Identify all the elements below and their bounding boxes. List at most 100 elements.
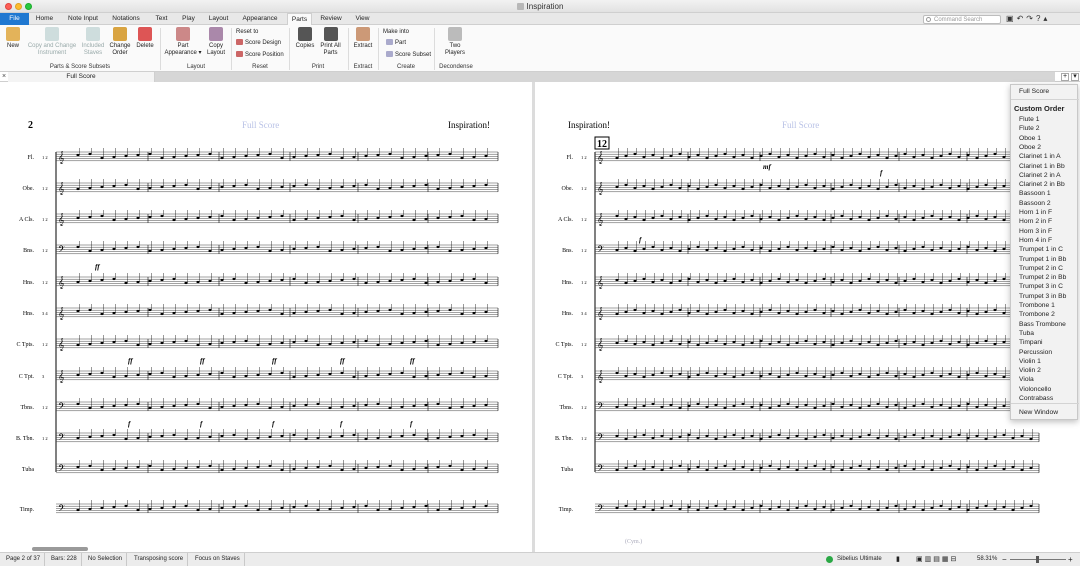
dropdown-item-part[interactable]: Trumpet 2 in C [1019, 264, 1063, 273]
zoom-out-icon[interactable]: − [1002, 553, 1007, 566]
view-mode-icons[interactable]: ▣▥▤▦⊟ [916, 553, 958, 566]
tab-file[interactable]: File [0, 13, 29, 25]
notehead [984, 217, 988, 221]
new-part-button[interactable]: New [5, 27, 21, 50]
dropdown-item-part[interactable]: Viola [1019, 375, 1034, 384]
tab-parts[interactable]: Parts [287, 13, 312, 25]
dropdown-item-part[interactable]: Trumpet 1 in Bb [1019, 255, 1066, 264]
part-appearance-button[interactable]: Part Appearance ▾ [162, 27, 204, 56]
dropdown-item-part[interactable]: Bassoon 1 [1019, 189, 1051, 198]
dropdown-item-part[interactable]: Horn 3 in F [1019, 227, 1052, 236]
dropdown-item-part[interactable]: Clarinet 1 in Bb [1019, 162, 1065, 171]
dropdown-item-new-window[interactable]: New Window [1019, 408, 1058, 417]
two-players-button[interactable]: Two Players [441, 27, 469, 56]
copy-layout-button[interactable]: Copy Layout [205, 27, 227, 56]
dropdown-item-part[interactable]: Flute 2 [1019, 124, 1039, 133]
dropdown-item-part[interactable]: Trombone 2 [1019, 310, 1055, 319]
zoom-slider-thumb[interactable] [1036, 556, 1039, 563]
score-workspace[interactable]: 2 Full Score Inspiration! Fl. 1 2 𝄞 Obe. 1 2 𝄞 A … [0, 82, 1080, 552]
staff-name: Tuba [561, 467, 573, 473]
dropdown-item-part[interactable]: Trumpet 3 in Bb [1019, 292, 1066, 301]
add-part-icon[interactable]: + [1061, 73, 1069, 81]
dropdown-item-part[interactable]: Oboe 2 [1019, 143, 1041, 152]
tab-text[interactable]: Text [151, 13, 172, 25]
status-page[interactable]: Page 2 of 37 [2, 553, 46, 566]
tab-home[interactable]: Home [31, 13, 58, 25]
lock-icon[interactable]: ▮ [896, 553, 900, 566]
make-into-score-subset-button[interactable]: Score Subset [386, 51, 431, 58]
undo-icon[interactable]: ↶ [1017, 14, 1027, 23]
dropdown-item-part[interactable]: Clarinet 2 in Bb [1019, 180, 1065, 189]
tab-review[interactable]: Review [318, 13, 344, 25]
close-icon[interactable]: × [2, 72, 6, 82]
notehead [660, 371, 664, 375]
notehead [876, 245, 880, 249]
horizontal-scrollbar[interactable] [32, 547, 88, 551]
dropdown-item-part[interactable]: Contrabass [1019, 394, 1053, 403]
dropdown-item-part[interactable]: Horn 2 in F [1019, 217, 1052, 226]
doc-tab-full-score[interactable]: Full Score [8, 72, 155, 82]
notehead [696, 402, 700, 406]
notehead [813, 279, 817, 283]
dropdown-item-part[interactable]: Trumpet 1 in C [1019, 245, 1063, 254]
dropdown-item-part[interactable]: Flute 1 [1019, 115, 1039, 124]
dropdown-item-part[interactable]: Horn 1 in F [1019, 208, 1052, 217]
parts-dropdown-chevron-icon[interactable]: ▾ [1071, 73, 1079, 81]
notehead [292, 467, 296, 471]
command-search-input[interactable]: Command Search [923, 15, 1001, 24]
dropdown-item-part[interactable]: Trumpet 2 in Bb [1019, 273, 1066, 282]
dropdown-item-part[interactable]: Trombone 1 [1019, 301, 1055, 310]
delete-part-button[interactable]: Delete [134, 27, 156, 50]
notehead [840, 371, 844, 375]
save-icon[interactable]: ▣ [1006, 14, 1017, 23]
dropdown-item-part[interactable]: Clarinet 1 in A [1019, 152, 1061, 161]
notehead [849, 183, 853, 187]
dropdown-item-part[interactable]: Timpani [1019, 338, 1043, 347]
status-transposing[interactable]: Transposing score [130, 553, 189, 566]
notehead [472, 404, 476, 408]
dropdown-item-part[interactable]: Tuba [1019, 329, 1034, 338]
zoom-in-icon[interactable]: + [1068, 553, 1073, 566]
dropdown-item-part[interactable]: Oboe 1 [1019, 134, 1041, 143]
print-all-parts-button[interactable]: Print All Parts [318, 27, 343, 56]
copies-button[interactable]: Copies [294, 27, 316, 50]
copy-and-change-instrument-button[interactable]: Copy and Change Instrument [26, 27, 78, 56]
dropdown-item-part[interactable]: Trumpet 3 in C [1019, 282, 1063, 291]
dropdown-item-part[interactable]: Violin 2 [1019, 366, 1041, 375]
make-into-part-button[interactable]: Part [386, 39, 406, 46]
collapse-ribbon-icon[interactable]: ▴ [1043, 14, 1050, 23]
notehead [903, 279, 907, 283]
redo-icon[interactable]: ↷ [1026, 14, 1036, 23]
dropdown-item-part[interactable]: Clarinet 2 in A [1019, 171, 1061, 180]
change-order-button[interactable]: Change Order [108, 27, 132, 56]
dropdown-item-part[interactable]: Bassoon 2 [1019, 199, 1051, 208]
dropdown-item-part[interactable]: Violoncello [1019, 385, 1051, 394]
reset-score-design-button[interactable]: Score Design [236, 39, 281, 46]
score-page-right[interactable]: Inspiration! Full Score 12 Fl. 1 2 𝄞 Obe. 1 2 𝄞 A… [535, 82, 1080, 552]
status-focus-on-staves[interactable]: Focus on Staves [191, 553, 245, 566]
tab-note-input[interactable]: Note Input [64, 13, 102, 25]
notehead [268, 435, 272, 439]
tab-appearance[interactable]: Appearance [240, 13, 280, 25]
notehead [840, 312, 844, 316]
notehead [484, 437, 488, 441]
notehead [304, 183, 308, 187]
tab-layout[interactable]: Layout [205, 13, 232, 25]
dropdown-item-full-score[interactable]: Full Score [1019, 87, 1049, 96]
notehead [400, 468, 404, 472]
dropdown-item-part[interactable]: Bass Trombone [1019, 320, 1066, 329]
dropdown-item-part[interactable]: Percussion [1019, 348, 1052, 357]
tab-notations[interactable]: Notations [110, 13, 142, 25]
notehead [759, 403, 763, 407]
included-staves-button[interactable]: Included Staves [80, 27, 106, 56]
reset-score-position-button[interactable]: Score Position [236, 51, 284, 58]
notehead [669, 281, 673, 285]
tab-play[interactable]: Play [179, 13, 198, 25]
tab-view[interactable]: View [352, 13, 373, 25]
extract-button[interactable]: Extract [351, 27, 375, 50]
notehead [184, 281, 188, 285]
notehead [696, 343, 700, 347]
score-page-left[interactable]: 2 Full Score Inspiration! Fl. 1 2 𝄞 Obe. 1 2 𝄞 A … [0, 82, 532, 552]
dropdown-item-part[interactable]: Horn 4 in F [1019, 236, 1052, 245]
dropdown-item-part[interactable]: Violin 1 [1019, 357, 1041, 366]
